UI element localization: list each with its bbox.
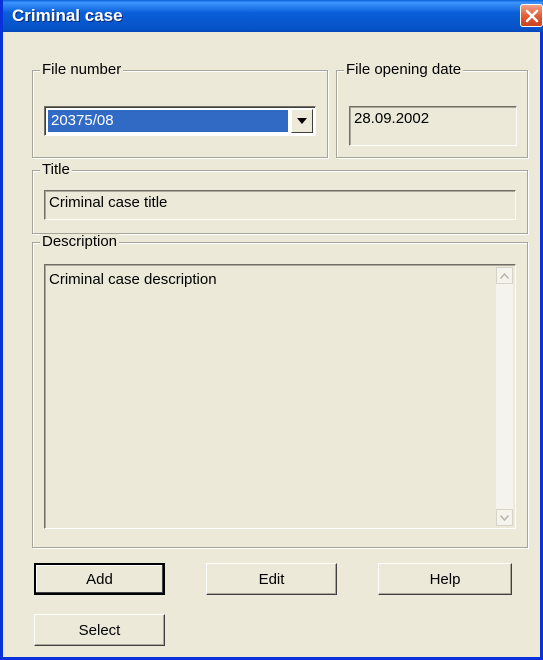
scroll-up-button[interactable] bbox=[496, 267, 513, 284]
window-title: Criminal case bbox=[12, 6, 123, 25]
edit-button[interactable]: Edit bbox=[206, 563, 337, 595]
title-label: Title bbox=[40, 161, 72, 178]
file-number-combobox[interactable]: 20375/08 bbox=[44, 106, 316, 136]
file-opening-date-field: 28.09.2002 bbox=[349, 106, 517, 146]
description-text: Criminal case description bbox=[49, 271, 217, 288]
file-number-label: File number bbox=[40, 61, 124, 78]
description-label: Description bbox=[40, 233, 120, 250]
close-icon bbox=[525, 9, 538, 22]
help-button[interactable]: Help bbox=[378, 563, 512, 595]
description-scrollbar[interactable] bbox=[496, 267, 513, 526]
select-button[interactable]: Select bbox=[34, 614, 165, 646]
close-button[interactable] bbox=[520, 4, 543, 27]
file-number-dropdown-button[interactable] bbox=[291, 109, 313, 133]
chevron-down-icon bbox=[297, 118, 307, 124]
criminal-case-dialog: Criminal case File number 20375/08 File … bbox=[0, 0, 543, 660]
chevron-down-icon bbox=[500, 514, 509, 521]
title-field: Criminal case title bbox=[44, 190, 516, 220]
file-opening-date-label: File opening date bbox=[344, 61, 464, 78]
scroll-down-button[interactable] bbox=[496, 509, 513, 526]
add-button[interactable]: Add bbox=[34, 563, 165, 595]
chevron-up-icon bbox=[500, 272, 509, 279]
description-textarea[interactable]: Criminal case description bbox=[44, 264, 516, 529]
title-bar[interactable]: Criminal case bbox=[3, 0, 543, 32]
file-number-value: 20375/08 bbox=[48, 110, 288, 132]
